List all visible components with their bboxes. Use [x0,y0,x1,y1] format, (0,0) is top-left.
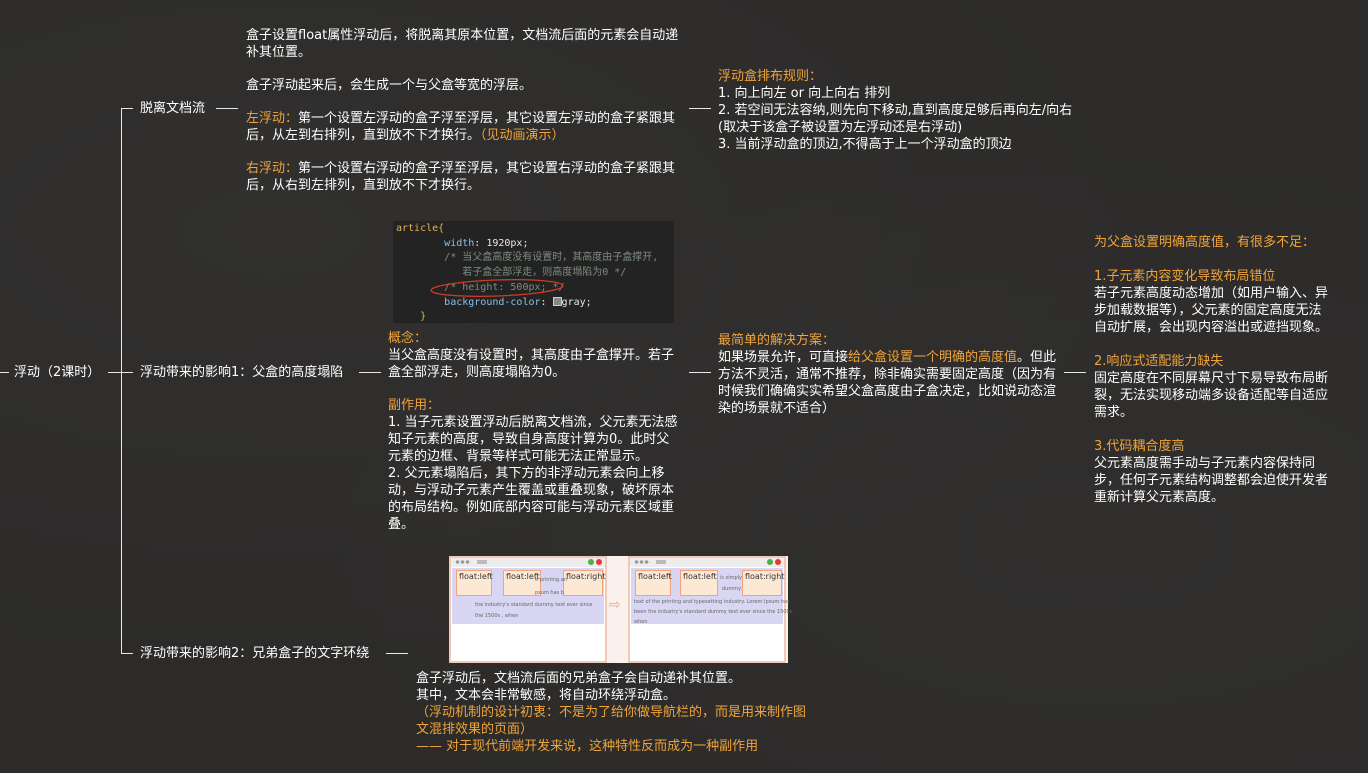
left-float-text: 第一个设置左浮动的盒子浮至浮层，其它设置左浮动的盒子紧跟其后，从左到右排列，直到… [246,111,676,143]
detach-right: 右浮动：第一个设置右浮动的盒子浮至浮层，其它设置右浮动的盒子紧跟其后，从右到左排… [246,160,686,194]
window-dots-icon-2 [634,560,650,564]
wrap-text: 盒子浮动后，文档流后面的兄弟盒子会自动递补其位置。 其中，文本会非常敏感，将自动… [416,670,816,755]
drawbacks-text: 为父盒设置明确高度值，有很多不足： 1.子元素内容变化导致布局错位 若子元素高度… [1094,234,1330,506]
detach-p1: 盒子设置float属性浮动后，将脱离其原本位置，文档流后面的元素会自动递补其位置… [246,28,679,60]
float-box-6: float:right [742,570,784,596]
rules-text: 浮动盒排布规则： 1. 向上向左 or 向上向右 排列 2. 若空间无法容纳,则… [718,68,1118,153]
close-icon [596,559,602,565]
float-box-3: float:right [563,570,605,596]
rule-2: 2. 若空间无法容纳,则先向下移动,直到高度足够后再向左/向右 [718,103,1073,118]
demo-before-text-1: e printing an [535,577,567,583]
code-line-1: article{ [396,223,445,234]
window-dots-icon [455,560,471,564]
concept-label: 概念： [388,331,428,346]
drawback-2-text: 固定高度在不同屏幕尺寸下易导致布局断裂，无法实现移动端多设备适配等自适应需求。 [1094,371,1329,420]
code-line-close: } [420,311,427,323]
address-bar [477,560,487,564]
wrap-line-3: （浮动机制的设计初衷：不是为了给你做导航栏的，而是用来制作图文混排效果的页面） [416,705,807,737]
connector-collapse-solution [689,372,711,373]
connector-b3-out [386,653,408,654]
right-float-label: 右浮动： [246,161,299,176]
detach-left: 左浮动：第一个设置左浮动的盒子浮至浮层，其它设置左浮动的盒子紧跟其后，从左到右排… [246,110,686,144]
left-float-label: 左浮动： [246,111,299,126]
solution-body: 如果场景允许，可直接给父盒设置一个明确的高度值。但此方法不灵活，通常不推荐，除非… [718,349,1062,417]
demo-before-text-3: the industry's standard dummy text ever … [475,602,593,608]
float-box-4: float:left [635,570,672,596]
demo-before: float:left float:left float:right e prin… [449,556,607,663]
demo-before-text-4: the 1500s , when [475,613,519,619]
code-val-width: : 1920px; [474,237,529,249]
window-titlebar-2 [630,558,784,567]
solution-text-a: 如果场景允许，可直接 [718,350,849,365]
address-bar-2 [656,560,666,564]
demo-after: float:left float:left float:right is sim… [628,556,795,663]
arrow-icon: ⇨ [609,597,621,613]
drawback-1-title: 1.子元素内容变化导致布局错位 [1094,269,1276,284]
solution-title: 最简单的解决方案： [718,333,836,348]
connector-root-right [108,372,121,373]
side-effect-label: 副作用： [388,398,441,413]
branch-wrap[interactable]: 浮动带来的影响2：兄弟盒子的文字环绕 [140,645,369,662]
wrap-line-2: 其中，文本会非常敏感，将自动环绕浮动盒。 [416,688,677,703]
connector-b1 [121,108,133,109]
connector-solution-drawbacks [1064,372,1086,373]
float-box-5: float:left [680,570,718,596]
drawback-2-title: 2.响应式适配能力缺失 [1094,354,1224,369]
rule-2-note: (取决于该盒子被设置为左浮动还是右浮动) [718,120,963,135]
demo-after-text-1: is simply [720,575,742,581]
branch-collapse[interactable]: 浮动带来的影响1：父盒的高度塌陷 [140,364,343,381]
drawbacks-title: 为父盒设置明确高度值，有很多不足： [1094,235,1316,250]
connector-b1-out [216,108,238,109]
wrap-line-1: 盒子浮动后，文档流后面的兄弟盒子会自动递补其位置。 [416,671,742,686]
right-float-text: 第一个设置右浮动的盒子浮至浮层，其它设置右浮动的盒子紧跟其后，从右到左排列，直到… [246,161,676,193]
demo-after-text-4: been the industry's standard dummy text … [634,609,796,615]
maximize-icon-2 [767,559,773,565]
close-icon-2 [775,559,781,565]
connector-b2-out [359,372,381,373]
drawback-3-text: 父元素高度需手动与子元素内容保持同步，任何子元素结构调整都会迫使开发者重新计算父… [1094,456,1329,505]
rule-3: 3. 当前浮动盒的顶边,不得高于上一个浮动盒的顶边 [718,137,1012,152]
side-effect-2: 2. 父元素塌陷后，其下方的非浮动元素会向上移动，与浮动子元素产生覆盖或重叠现象… [388,466,675,532]
wrap-line-4: —— 对于现代前端开发来说，这种特性反而成为一种副作用 [416,739,759,754]
rules-title: 浮动盒排布规则： [718,69,823,84]
demo-after-text-2: dummy [722,586,742,592]
code-snippet: article{ width: 1920px; /* 当父盒高度没有设置时，其高… [393,221,674,323]
collapse-text: 概念： 当父盒高度没有设置时，其高度由子盒撑开。若子盒全部浮走，则高度塌陷为0。… [388,330,682,533]
demo-after-text-3: text of the printing and typesetting ind… [634,599,790,605]
side-effect-1: 1. 当子元素设置浮动后脱离文档流，父元素无法感知子元素的高度，导致自身高度计算… [388,415,678,464]
demo-before-text-2: psum has b [535,590,565,596]
animation-link[interactable]: （见动画演示） [480,128,565,143]
solution-text: 最简单的解决方案： 如果场景允许，可直接给父盒设置一个明确的高度值。但此方法不灵… [718,332,1062,417]
concept-text: 当父盒高度没有设置时，其高度由子盒撑开。若子盒全部浮走，则高度塌陷为0。 [388,348,675,380]
drawback-1-text: 若子元素高度动态增加（如用户输入、异步加载数据等），父元素的固定高度无法自动扩展… [1094,286,1329,335]
code-comment-2: 若子盒全部浮走，则高度塌陷为0 */ [462,267,627,279]
rule-1: 1. 向上向左 or 向上向右 排列 [718,86,891,101]
connector-b2 [121,372,133,373]
drawback-3-title: 3.代码耦合度高 [1094,439,1185,454]
connector-detach-rules [689,108,711,109]
root-node[interactable]: 浮动（2课时） [14,364,100,381]
connector-trunk [121,108,122,653]
float-box-1: float:left [456,570,493,596]
detach-p2: 盒子浮动起来后，会生成一个与父盒等宽的浮层。 [246,78,533,93]
maximize-icon [588,559,594,565]
demo-after-text-5: when [634,619,648,625]
window-titlebar [451,558,605,567]
code-prop-width: width [444,237,475,249]
solution-highlight: 给父盒设置一个明确的高度值 [848,350,1018,365]
code-comment-1: /* 当父盒高度没有设置时，其高度由子盒撑开, [444,252,659,264]
branch-detach[interactable]: 脱离文档流 [140,100,205,117]
annotation-circle [430,279,564,297]
connector-root-out [0,372,9,373]
connector-b3 [121,653,133,654]
detach-text: 盒子设置float属性浮动后，将脱离其原本位置，文档流后面的元素会自动递补其位置… [246,27,686,194]
